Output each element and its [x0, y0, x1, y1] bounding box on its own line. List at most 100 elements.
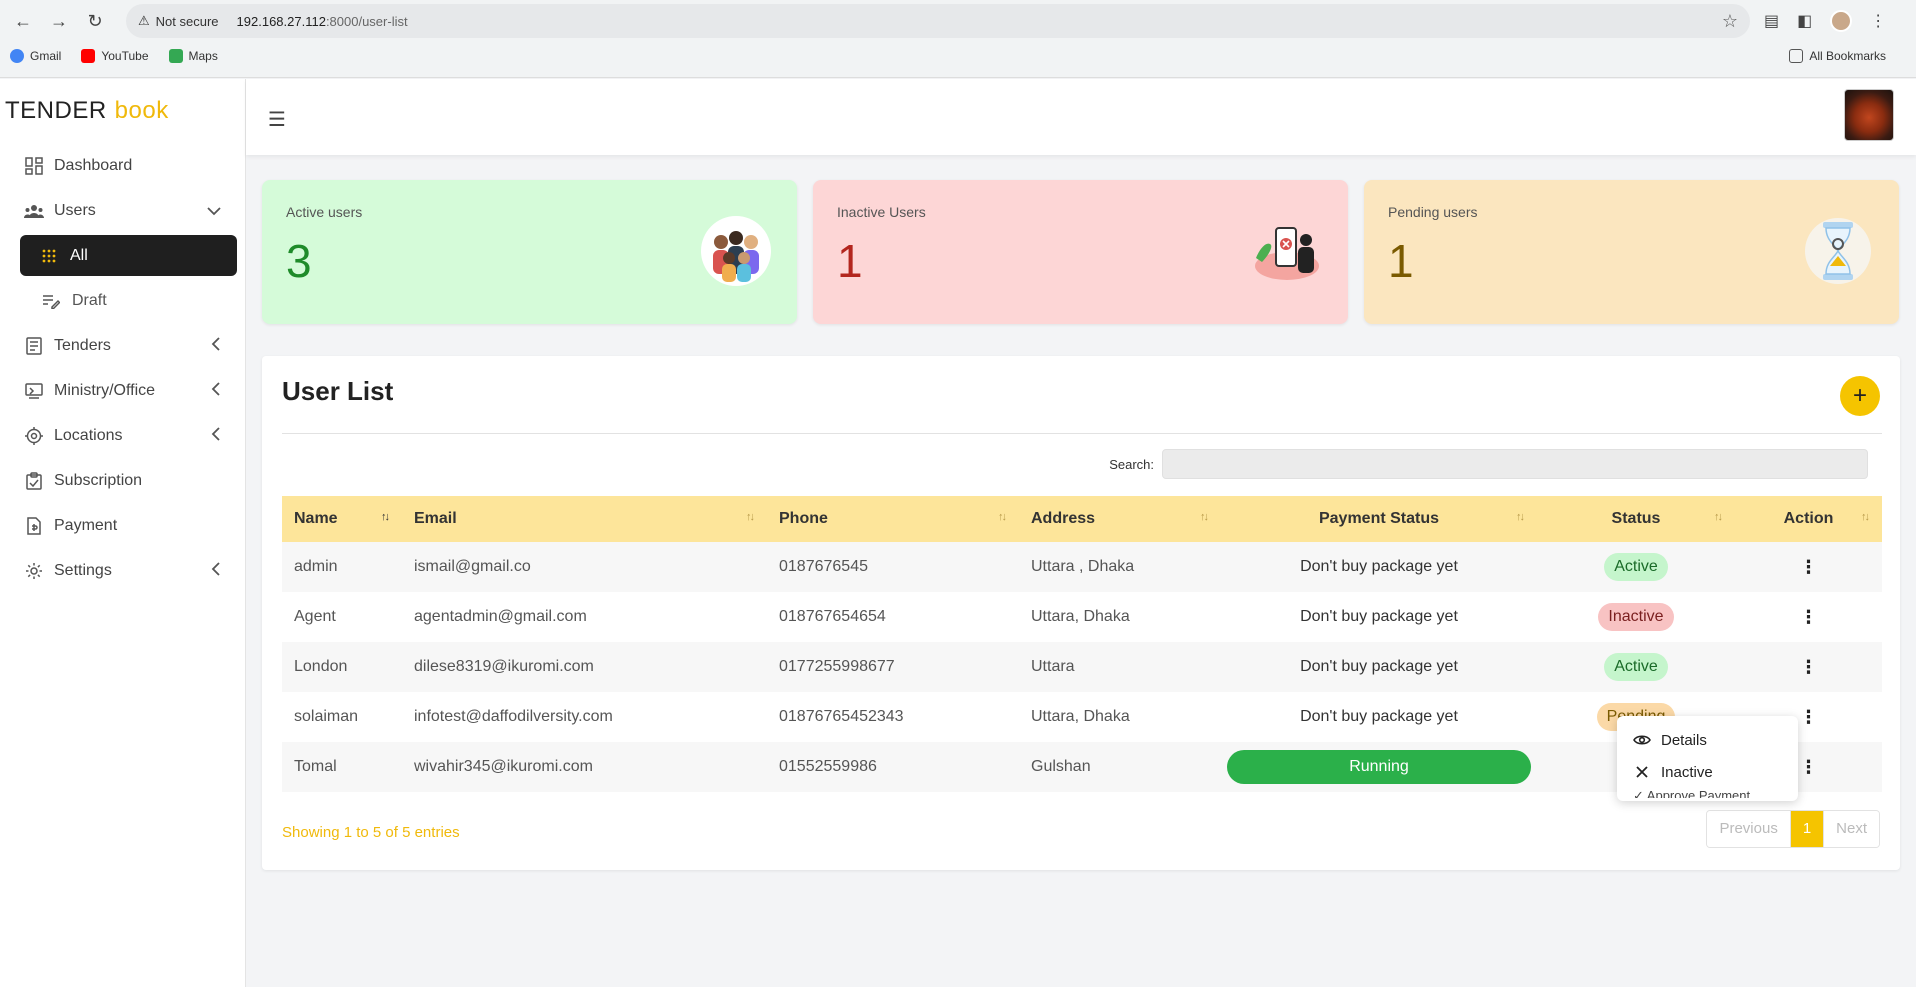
add-user-button[interactable]: + [1840, 376, 1880, 416]
edit-list-icon [42, 292, 60, 310]
cell-status: Active [1537, 542, 1735, 592]
menu-item-details[interactable]: Details [1617, 724, 1798, 756]
sidebar-item-label: Ministry/Office [54, 381, 156, 399]
kebab-menu-icon[interactable]: ⋮ [1800, 707, 1818, 727]
sidebar-item-payment[interactable]: Payment [0, 503, 245, 548]
column-header-email[interactable]: Email ↑↓ [402, 496, 767, 542]
eye-icon [1633, 734, 1651, 746]
action-dropdown-menu: Details Inactive ✓ Approve Payment [1617, 716, 1798, 801]
kebab-menu-icon[interactable]: ⋮ [1800, 557, 1818, 577]
cell-name: admin [294, 558, 338, 575]
cell-email: ismail@gmail.co [414, 558, 531, 575]
cell-address: Gulshan [1031, 758, 1091, 775]
sidebar-item-label: Tenders [54, 336, 111, 354]
page-title: User List [282, 376, 394, 406]
column-header-address[interactable]: Address ↑↓ [1019, 496, 1221, 542]
column-header-payment-status[interactable]: Payment Status ↑↓ [1221, 496, 1537, 542]
column-header-action[interactable]: Action ↑↓ [1735, 496, 1882, 542]
kebab-menu-icon[interactable]: ⋮ [1800, 657, 1818, 677]
sidebar-item-tenders[interactable]: Tenders [0, 323, 245, 368]
more-menu-icon[interactable]: ⋮ [1870, 11, 1886, 31]
topbar: ☰ [246, 79, 1916, 155]
table-row: Agent agentadmin@gmail.com 018767654654 … [282, 592, 1882, 642]
cell-address: Uttara, Dhaka [1031, 708, 1130, 725]
bookmark-maps[interactable]: Maps [168, 49, 218, 63]
cell-payment-status: Don't buy package yet [1300, 658, 1458, 675]
search-row: Search: [1109, 449, 1868, 479]
blocked-phone-illustration [1255, 227, 1319, 280]
dashboard-icon [24, 156, 44, 176]
status-badge: Active [1604, 653, 1668, 681]
column-header-name[interactable]: Name ↑↓ [282, 496, 402, 542]
cell-address: Uttara , Dhaka [1031, 558, 1135, 575]
bookmark-star-icon[interactable]: ☆ [1722, 11, 1738, 32]
sort-icon: ↑↓ [1516, 511, 1525, 523]
sidebar-item-settings[interactable]: Settings [0, 548, 245, 593]
menu-item-approve-payment[interactable]: ✓ Approve Payment [1617, 788, 1798, 798]
sort-icon: ↑↓ [1861, 511, 1870, 523]
table-info: Showing 1 to 5 of 5 entries [282, 824, 460, 841]
group-people-illustration [701, 216, 771, 286]
cell-email: wivahir345@ikuromi.com [414, 758, 593, 775]
cell-name: solaiman [294, 708, 359, 725]
brand-logo[interactable]: TENDER book [0, 79, 245, 143]
profile-avatar[interactable] [1830, 10, 1853, 32]
cell-phone: 0177255998677 [779, 658, 895, 675]
bookmark-gmail[interactable]: Gmail [10, 49, 61, 63]
sidebar-item-label: Users [54, 201, 96, 219]
cell-phone: 018767654654 [779, 608, 886, 625]
reload-icon[interactable]: ↻ [80, 6, 110, 36]
close-icon [1633, 766, 1651, 778]
side-panel-icon[interactable]: ◧ [1797, 11, 1812, 31]
extensions-icon[interactable]: ▤ [1764, 11, 1779, 31]
sidebar-subitem-draft[interactable]: Draft [0, 278, 245, 323]
sidebar-subitem-label: All [70, 246, 88, 264]
pagination: Previous 1 Next [1706, 810, 1880, 848]
gear-icon [24, 561, 44, 581]
divider [282, 433, 1882, 434]
sidebar-item-label: Payment [54, 516, 118, 534]
sidebar-item-dashboard[interactable]: Dashboard [0, 143, 245, 188]
avatar[interactable] [1844, 89, 1894, 141]
address-bar[interactable]: ⚠ Not secure 192.168.27.112:8000/user-li… [126, 4, 1750, 38]
kebab-menu-icon[interactable]: ⋮ [1800, 757, 1818, 777]
sidebar-item-locations[interactable]: Locations [0, 413, 245, 458]
menu-item-inactive[interactable]: Inactive [1617, 756, 1798, 788]
sort-asc-icon: ↑↓ [381, 511, 390, 523]
status-badge: Active [1604, 553, 1668, 581]
cell-phone: 01552559986 [779, 758, 877, 775]
pagination-previous[interactable]: Previous [1707, 811, 1791, 847]
sidebar-item-label: Settings [54, 561, 112, 579]
sidebar-item-label: Dashboard [54, 156, 133, 174]
sidebar-item-users[interactable]: Users [0, 188, 245, 233]
hamburger-menu-icon[interactable]: ☰ [268, 107, 286, 132]
sort-icon: ↑↓ [1200, 511, 1209, 523]
sidebar-subitem-all[interactable]: All [20, 235, 237, 276]
pagination-next[interactable]: Next [1824, 811, 1879, 847]
brand-part1: TENDER [5, 97, 107, 124]
running-badge: Running [1227, 750, 1531, 784]
search-label: Search: [1109, 456, 1154, 472]
url-path: :8000/user-list [325, 13, 408, 29]
all-bookmarks[interactable]: All Bookmarks [1789, 49, 1886, 63]
pagination-page-1[interactable]: 1 [1790, 811, 1825, 847]
search-input[interactable] [1162, 449, 1868, 479]
back-arrow-icon[interactable]: ← [8, 6, 38, 36]
browser-chrome: ← → ↻ ⚠ Not secure 192.168.27.112:8000/u… [0, 0, 1916, 78]
hourglass-illustration [1805, 218, 1871, 284]
sidebar-item-ministry-office[interactable]: Ministry/Office [0, 368, 245, 413]
cell-status: Active [1537, 642, 1735, 692]
document-icon [24, 336, 44, 356]
forward-arrow-icon[interactable]: → [44, 6, 74, 36]
cell-action: ⋮ [1735, 592, 1882, 642]
google-icon [10, 49, 24, 63]
bookmark-youtube[interactable]: YouTube [81, 49, 149, 63]
check-icon: ✓ [1633, 788, 1647, 798]
sort-icon: ↑↓ [1714, 511, 1723, 523]
column-header-phone[interactable]: Phone ↑↓ [767, 496, 1019, 542]
sidebar-item-subscription[interactable]: Subscription [0, 458, 245, 503]
cell-email: infotest@daffodilversity.com [414, 708, 613, 725]
cell-status: Inactive [1537, 592, 1735, 642]
column-header-status[interactable]: Status ↑↓ [1537, 496, 1735, 542]
kebab-menu-icon[interactable]: ⋮ [1800, 607, 1818, 627]
